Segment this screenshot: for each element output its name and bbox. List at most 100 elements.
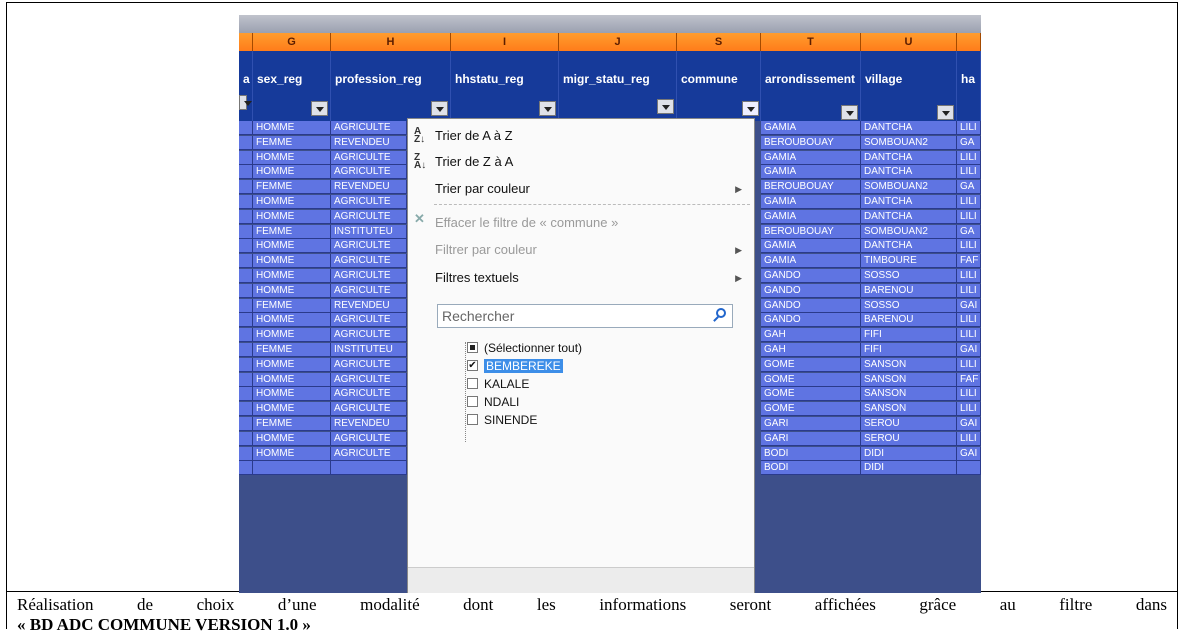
table-cell[interactable]: BARENOU (861, 313, 957, 328)
table-cell[interactable]: GOME (761, 387, 861, 402)
filter-dropdown-button[interactable] (937, 105, 954, 120)
table-cell[interactable]: AGRICULTE (331, 387, 407, 402)
table-cell[interactable]: GANDO (761, 283, 861, 298)
table-cell[interactable]: LILI (957, 269, 981, 283)
table-cell[interactable]: FAF (957, 372, 981, 387)
table-cell[interactable]: SANSON (861, 387, 957, 402)
table-cell[interactable]: GAMIA (761, 209, 861, 224)
table-cell[interactable]: FEMME (253, 224, 331, 239)
table-cell[interactable]: REVENDEU (331, 135, 407, 150)
table-cell[interactable]: AGRICULTE (331, 195, 407, 209)
table-cell[interactable]: HOMME (253, 269, 331, 283)
table-cell[interactable]: HOMME (253, 239, 331, 254)
table-cell[interactable]: LILI (957, 165, 981, 180)
table-cell[interactable]: REVENDEU (331, 180, 407, 195)
table-cell[interactable]: AGRICULTE (331, 402, 407, 417)
sort-a-z-menu-item[interactable]: A Z↓ Trier de A à Z (408, 124, 754, 148)
table-cell[interactable]: DIDI (861, 461, 957, 476)
table-cell[interactable]: HOMME (253, 387, 331, 402)
table-cell[interactable]: GANDO (761, 313, 861, 328)
table-cell[interactable]: HOMME (253, 357, 331, 372)
table-cell[interactable]: DANTCHA (861, 209, 957, 224)
table-cell[interactable]: HOMME (253, 195, 331, 209)
table-cell[interactable]: GAH (761, 343, 861, 357)
table-cell[interactable]: GAMIA (761, 239, 861, 254)
table-cell-partial[interactable] (239, 417, 253, 431)
table-cell[interactable]: FEMME (253, 135, 331, 150)
table-cell[interactable]: SANSON (861, 357, 957, 372)
table-cell[interactable]: AGRICULTE (331, 431, 407, 446)
checklist-item-ndali[interactable]: NDALI (467, 394, 519, 410)
table-cell[interactable]: GAMIA (761, 165, 861, 180)
commune-filter-button[interactable] (742, 101, 759, 116)
filter-dropdown-button[interactable] (239, 95, 252, 110)
table-cell[interactable]: GAMIA (761, 121, 861, 135)
table-cell[interactable]: HOMME (253, 446, 331, 461)
table-cell[interactable]: FEMME (253, 417, 331, 431)
column-header-u[interactable]: U (861, 33, 957, 51)
table-cell[interactable]: AGRICULTE (331, 283, 407, 298)
table-cell[interactable]: BEROUBOUAY (761, 224, 861, 239)
table-cell[interactable]: HOMME (253, 209, 331, 224)
table-cell-partial[interactable] (239, 150, 253, 165)
table-cell[interactable]: LILI (957, 357, 981, 372)
column-header-partial[interactable] (239, 33, 253, 51)
table-cell[interactable]: GA (957, 224, 981, 239)
sort-by-color-menu-item[interactable]: Trier par couleur ▶ (408, 177, 754, 201)
checklist-item-bembereke[interactable]: ✔ BEMBEREKE (467, 358, 563, 374)
table-cell[interactable]: AGRICULTE (331, 121, 407, 135)
table-cell[interactable]: LILI (957, 239, 981, 254)
table-cell[interactable]: FIFI (861, 328, 957, 343)
table-cell-partial[interactable] (239, 283, 253, 298)
table-cell-partial[interactable] (239, 121, 253, 135)
table-cell[interactable]: AGRICULTE (331, 269, 407, 283)
select-all-checkbox[interactable]: (Sélectionner tout) (467, 340, 582, 356)
table-cell-partial[interactable] (239, 135, 253, 150)
filter-by-color-menu-item[interactable]: Filtrer par couleur ▶ (408, 238, 754, 262)
table-cell[interactable]: AGRICULTE (331, 165, 407, 180)
table-cell[interactable]: BARENOU (861, 283, 957, 298)
search-input[interactable]: Rechercher (437, 304, 733, 328)
table-cell-partial[interactable] (239, 269, 253, 283)
table-cell[interactable]: GAI (957, 343, 981, 357)
table-cell[interactable]: AGRICULTE (331, 239, 407, 254)
filter-dropdown-button[interactable] (431, 101, 448, 116)
column-header-g[interactable]: G (253, 33, 331, 51)
sort-z-a-menu-item[interactable]: Z A↓ Trier de Z à A (408, 150, 754, 174)
table-cell-partial[interactable] (239, 254, 253, 269)
table-cell-partial[interactable] (239, 224, 253, 239)
table-cell[interactable]: GAMIA (761, 150, 861, 165)
table-cell[interactable]: HOMME (253, 121, 331, 135)
table-cell[interactable]: FEMME (253, 298, 331, 313)
table-cell-partial[interactable] (239, 209, 253, 224)
table-cell[interactable]: GA (957, 135, 981, 150)
checklist-item-kalale[interactable]: KALALE (467, 376, 529, 392)
table-cell-partial[interactable] (239, 387, 253, 402)
table-cell-partial[interactable] (239, 195, 253, 209)
table-cell[interactable]: GANDO (761, 298, 861, 313)
column-header-h[interactable]: H (331, 33, 451, 51)
table-cell-partial[interactable] (239, 343, 253, 357)
table-cell[interactable]: HOMME (253, 372, 331, 387)
table-cell[interactable]: GAMIA (761, 195, 861, 209)
table-cell[interactable]: AGRICULTE (331, 209, 407, 224)
table-cell-partial[interactable] (239, 461, 253, 476)
table-cell[interactable]: HOMME (253, 313, 331, 328)
column-header-i[interactable]: I (451, 33, 559, 51)
table-cell-partial[interactable] (239, 239, 253, 254)
table-cell-partial[interactable] (239, 446, 253, 461)
table-cell[interactable]: GARI (761, 431, 861, 446)
table-cell[interactable]: FAF (957, 254, 981, 269)
table-cell[interactable]: HOMME (253, 431, 331, 446)
table-cell[interactable]: DIDI (861, 446, 957, 461)
clear-filter-menu-item[interactable]: ✕ Effacer le filtre de « commune » (408, 211, 754, 235)
table-cell[interactable]: FIFI (861, 343, 957, 357)
table-cell[interactable]: GAI (957, 446, 981, 461)
table-cell[interactable]: SOMBOUAN2 (861, 135, 957, 150)
table-cell[interactable]: LILI (957, 328, 981, 343)
table-cell[interactable]: LILI (957, 431, 981, 446)
table-cell[interactable]: LILI (957, 402, 981, 417)
table-cell[interactable]: DANTCHA (861, 195, 957, 209)
table-cell[interactable]: AGRICULTE (331, 328, 407, 343)
table-cell[interactable]: HOMME (253, 283, 331, 298)
